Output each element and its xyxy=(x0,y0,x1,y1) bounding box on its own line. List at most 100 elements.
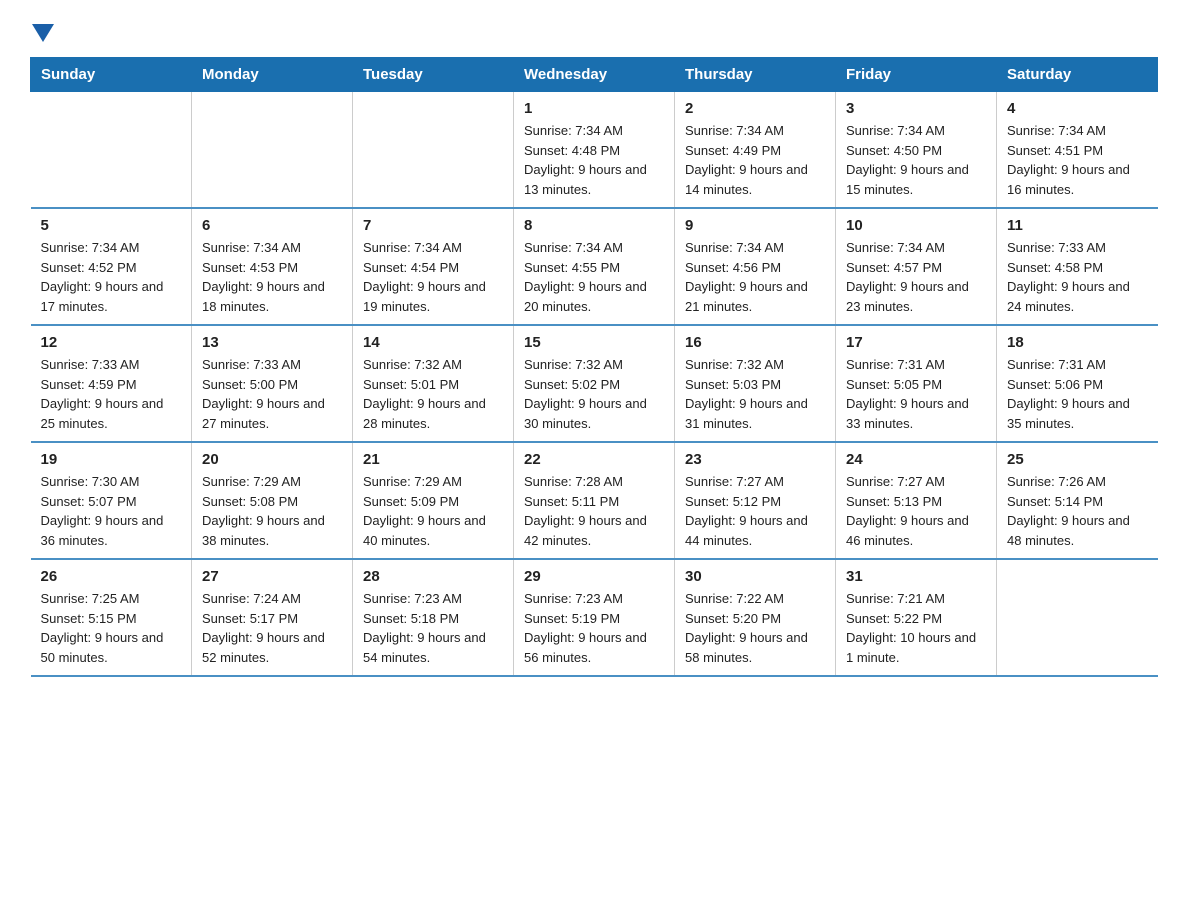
day-number: 20 xyxy=(202,451,342,468)
calendar-cell: 21 Sunrise: 7:29 AMSunset: 5:09 PMDayligh… xyxy=(353,442,514,559)
day-number: 19 xyxy=(41,451,182,468)
calendar-cell: 26 Sunrise: 7:25 AMSunset: 5:15 PMDayligh… xyxy=(31,559,192,676)
calendar-cell: 23 Sunrise: 7:27 AMSunset: 5:12 PMDayligh… xyxy=(675,442,836,559)
logo-triangle-icon xyxy=(32,24,54,42)
day-number: 29 xyxy=(524,568,664,585)
calendar-cell: 14 Sunrise: 7:32 AMSunset: 5:01 PMDayligh… xyxy=(353,325,514,442)
day-number: 18 xyxy=(1007,334,1148,351)
weekday-header-wednesday: Wednesday xyxy=(514,58,675,92)
calendar-cell: 4 Sunrise: 7:34 AMSunset: 4:51 PMDaylight… xyxy=(997,92,1158,209)
day-info: Sunrise: 7:22 AMSunset: 5:20 PMDaylight:… xyxy=(685,589,825,667)
day-number: 2 xyxy=(685,100,825,117)
calendar-week-row: 19 Sunrise: 7:30 AMSunset: 5:07 PMDayligh… xyxy=(31,442,1158,559)
day-info: Sunrise: 7:29 AMSunset: 5:09 PMDaylight:… xyxy=(363,472,503,550)
day-number: 25 xyxy=(1007,451,1148,468)
day-number: 10 xyxy=(846,217,986,234)
calendar-cell: 29 Sunrise: 7:23 AMSunset: 5:19 PMDayligh… xyxy=(514,559,675,676)
day-number: 30 xyxy=(685,568,825,585)
day-info: Sunrise: 7:34 AMSunset: 4:57 PMDaylight:… xyxy=(846,238,986,316)
calendar-cell: 22 Sunrise: 7:28 AMSunset: 5:11 PMDayligh… xyxy=(514,442,675,559)
day-number: 7 xyxy=(363,217,503,234)
weekday-header-friday: Friday xyxy=(836,58,997,92)
day-info: Sunrise: 7:34 AMSunset: 4:56 PMDaylight:… xyxy=(685,238,825,316)
calendar-cell: 6 Sunrise: 7:34 AMSunset: 4:53 PMDaylight… xyxy=(192,208,353,325)
calendar-cell: 31 Sunrise: 7:21 AMSunset: 5:22 PMDayligh… xyxy=(836,559,997,676)
day-number: 26 xyxy=(41,568,182,585)
day-info: Sunrise: 7:27 AMSunset: 5:13 PMDaylight:… xyxy=(846,472,986,550)
calendar-cell: 25Sunrise: 7:26 AMSunset: 5:14 PMDayligh… xyxy=(997,442,1158,559)
day-info: Sunrise: 7:25 AMSunset: 5:15 PMDaylight:… xyxy=(41,589,182,667)
day-number: 3 xyxy=(846,100,986,117)
day-number: 27 xyxy=(202,568,342,585)
calendar-cell: 17Sunrise: 7:31 AMSunset: 5:05 PMDayligh… xyxy=(836,325,997,442)
calendar-cell: 5Sunrise: 7:34 AMSunset: 4:52 PMDaylight… xyxy=(31,208,192,325)
page-header xyxy=(30,20,1158,47)
calendar-cell: 7 Sunrise: 7:34 AMSunset: 4:54 PMDaylight… xyxy=(353,208,514,325)
day-info: Sunrise: 7:32 AMSunset: 5:02 PMDaylight:… xyxy=(524,355,664,433)
day-number: 11 xyxy=(1007,217,1148,234)
calendar-cell: 20 Sunrise: 7:29 AMSunset: 5:08 PMDayligh… xyxy=(192,442,353,559)
day-info: Sunrise: 7:28 AMSunset: 5:11 PMDaylight:… xyxy=(524,472,664,550)
day-info: Sunrise: 7:34 AMSunset: 4:54 PMDaylight:… xyxy=(363,238,503,316)
calendar-cell: 19 Sunrise: 7:30 AMSunset: 5:07 PMDayligh… xyxy=(31,442,192,559)
day-info: Sunrise: 7:34 AMSunset: 4:48 PMDaylight:… xyxy=(524,121,664,199)
calendar-week-row: 5Sunrise: 7:34 AMSunset: 4:52 PMDaylight… xyxy=(31,208,1158,325)
calendar-cell xyxy=(31,92,192,209)
day-info: Sunrise: 7:24 AMSunset: 5:17 PMDaylight:… xyxy=(202,589,342,667)
logo xyxy=(30,20,54,47)
calendar-cell: 13Sunrise: 7:33 AMSunset: 5:00 PMDayligh… xyxy=(192,325,353,442)
day-number: 22 xyxy=(524,451,664,468)
day-number: 16 xyxy=(685,334,825,351)
day-info: Sunrise: 7:23 AMSunset: 5:19 PMDaylight:… xyxy=(524,589,664,667)
day-number: 15 xyxy=(524,334,664,351)
weekday-header-saturday: Saturday xyxy=(997,58,1158,92)
day-info: Sunrise: 7:21 AMSunset: 5:22 PMDaylight:… xyxy=(846,589,986,667)
weekday-header-monday: Monday xyxy=(192,58,353,92)
calendar-week-row: 1 Sunrise: 7:34 AMSunset: 4:48 PMDaylight… xyxy=(31,92,1158,209)
day-info: Sunrise: 7:32 AMSunset: 5:03 PMDaylight:… xyxy=(685,355,825,433)
day-number: 12 xyxy=(41,334,182,351)
day-number: 4 xyxy=(1007,100,1148,117)
calendar-cell: 12 Sunrise: 7:33 AMSunset: 4:59 PMDayligh… xyxy=(31,325,192,442)
calendar-cell xyxy=(192,92,353,209)
day-number: 23 xyxy=(685,451,825,468)
day-number: 6 xyxy=(202,217,342,234)
calendar-cell: 30 Sunrise: 7:22 AMSunset: 5:20 PMDayligh… xyxy=(675,559,836,676)
calendar-header-row: SundayMondayTuesdayWednesdayThursdayFrid… xyxy=(31,58,1158,92)
calendar-cell: 8Sunrise: 7:34 AMSunset: 4:55 PMDaylight… xyxy=(514,208,675,325)
day-info: Sunrise: 7:29 AMSunset: 5:08 PMDaylight:… xyxy=(202,472,342,550)
day-number: 13 xyxy=(202,334,342,351)
day-number: 24 xyxy=(846,451,986,468)
day-number: 14 xyxy=(363,334,503,351)
calendar-cell: 28Sunrise: 7:23 AMSunset: 5:18 PMDayligh… xyxy=(353,559,514,676)
day-info: Sunrise: 7:34 AMSunset: 4:51 PMDaylight:… xyxy=(1007,121,1148,199)
calendar-cell: 9 Sunrise: 7:34 AMSunset: 4:56 PMDaylight… xyxy=(675,208,836,325)
day-info: Sunrise: 7:34 AMSunset: 4:53 PMDaylight:… xyxy=(202,238,342,316)
weekday-header-tuesday: Tuesday xyxy=(353,58,514,92)
day-number: 1 xyxy=(524,100,664,117)
calendar-cell: 2 Sunrise: 7:34 AMSunset: 4:49 PMDaylight… xyxy=(675,92,836,209)
calendar-cell: 10 Sunrise: 7:34 AMSunset: 4:57 PMDayligh… xyxy=(836,208,997,325)
day-info: Sunrise: 7:31 AMSunset: 5:06 PMDaylight:… xyxy=(1007,355,1148,433)
day-info: Sunrise: 7:23 AMSunset: 5:18 PMDaylight:… xyxy=(363,589,503,667)
day-info: Sunrise: 7:32 AMSunset: 5:01 PMDaylight:… xyxy=(363,355,503,433)
day-number: 17 xyxy=(846,334,986,351)
day-number: 21 xyxy=(363,451,503,468)
day-info: Sunrise: 7:34 AMSunset: 4:50 PMDaylight:… xyxy=(846,121,986,199)
calendar-cell xyxy=(353,92,514,209)
day-info: Sunrise: 7:34 AMSunset: 4:52 PMDaylight:… xyxy=(41,238,182,316)
day-number: 31 xyxy=(846,568,986,585)
calendar-cell: 27 Sunrise: 7:24 AMSunset: 5:17 PMDayligh… xyxy=(192,559,353,676)
day-info: Sunrise: 7:30 AMSunset: 5:07 PMDaylight:… xyxy=(41,472,182,550)
day-info: Sunrise: 7:33 AMSunset: 4:59 PMDaylight:… xyxy=(41,355,182,433)
calendar-cell: 3 Sunrise: 7:34 AMSunset: 4:50 PMDaylight… xyxy=(836,92,997,209)
calendar-cell: 1 Sunrise: 7:34 AMSunset: 4:48 PMDaylight… xyxy=(514,92,675,209)
calendar-week-row: 12 Sunrise: 7:33 AMSunset: 4:59 PMDayligh… xyxy=(31,325,1158,442)
day-info: Sunrise: 7:34 AMSunset: 4:49 PMDaylight:… xyxy=(685,121,825,199)
calendar-cell: 24 Sunrise: 7:27 AMSunset: 5:13 PMDayligh… xyxy=(836,442,997,559)
day-info: Sunrise: 7:27 AMSunset: 5:12 PMDaylight:… xyxy=(685,472,825,550)
day-number: 9 xyxy=(685,217,825,234)
calendar-cell: 16 Sunrise: 7:32 AMSunset: 5:03 PMDayligh… xyxy=(675,325,836,442)
calendar-cell xyxy=(997,559,1158,676)
calendar-week-row: 26 Sunrise: 7:25 AMSunset: 5:15 PMDayligh… xyxy=(31,559,1158,676)
